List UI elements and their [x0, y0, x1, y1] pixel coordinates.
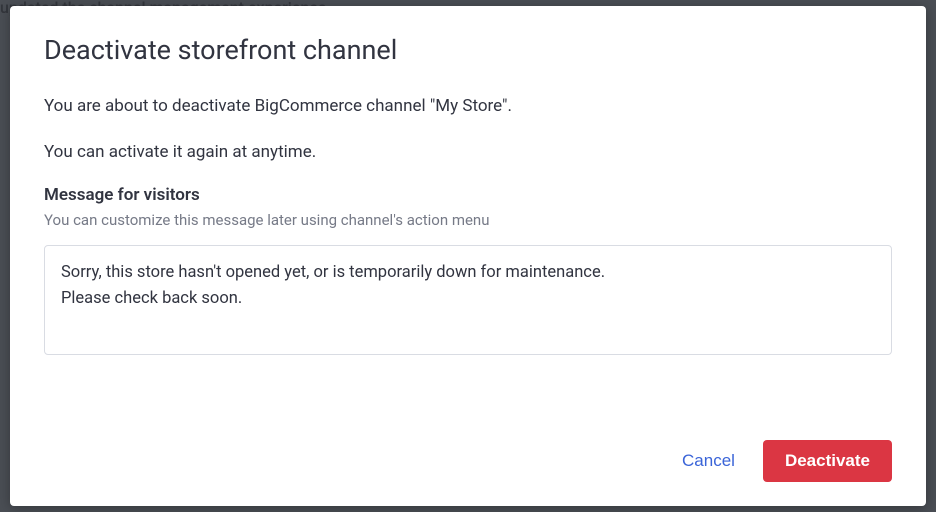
visitor-message-sublabel: You can customize this message later usi… — [44, 211, 892, 229]
visitor-message-textarea[interactable] — [44, 245, 892, 355]
deactivate-channel-modal: Deactivate storefront channel You are ab… — [10, 6, 926, 506]
modal-title: Deactivate storefront channel — [44, 34, 892, 66]
modal-body-line2: You can activate it again at anytime. — [44, 140, 892, 166]
modal-body-line1: You are about to deactivate BigCommerce … — [44, 94, 892, 120]
deactivate-button[interactable]: Deactivate — [763, 440, 892, 482]
cancel-button[interactable]: Cancel — [678, 443, 739, 479]
visitor-message-label: Message for visitors — [44, 185, 892, 205]
modal-footer: Cancel Deactivate — [44, 420, 892, 482]
